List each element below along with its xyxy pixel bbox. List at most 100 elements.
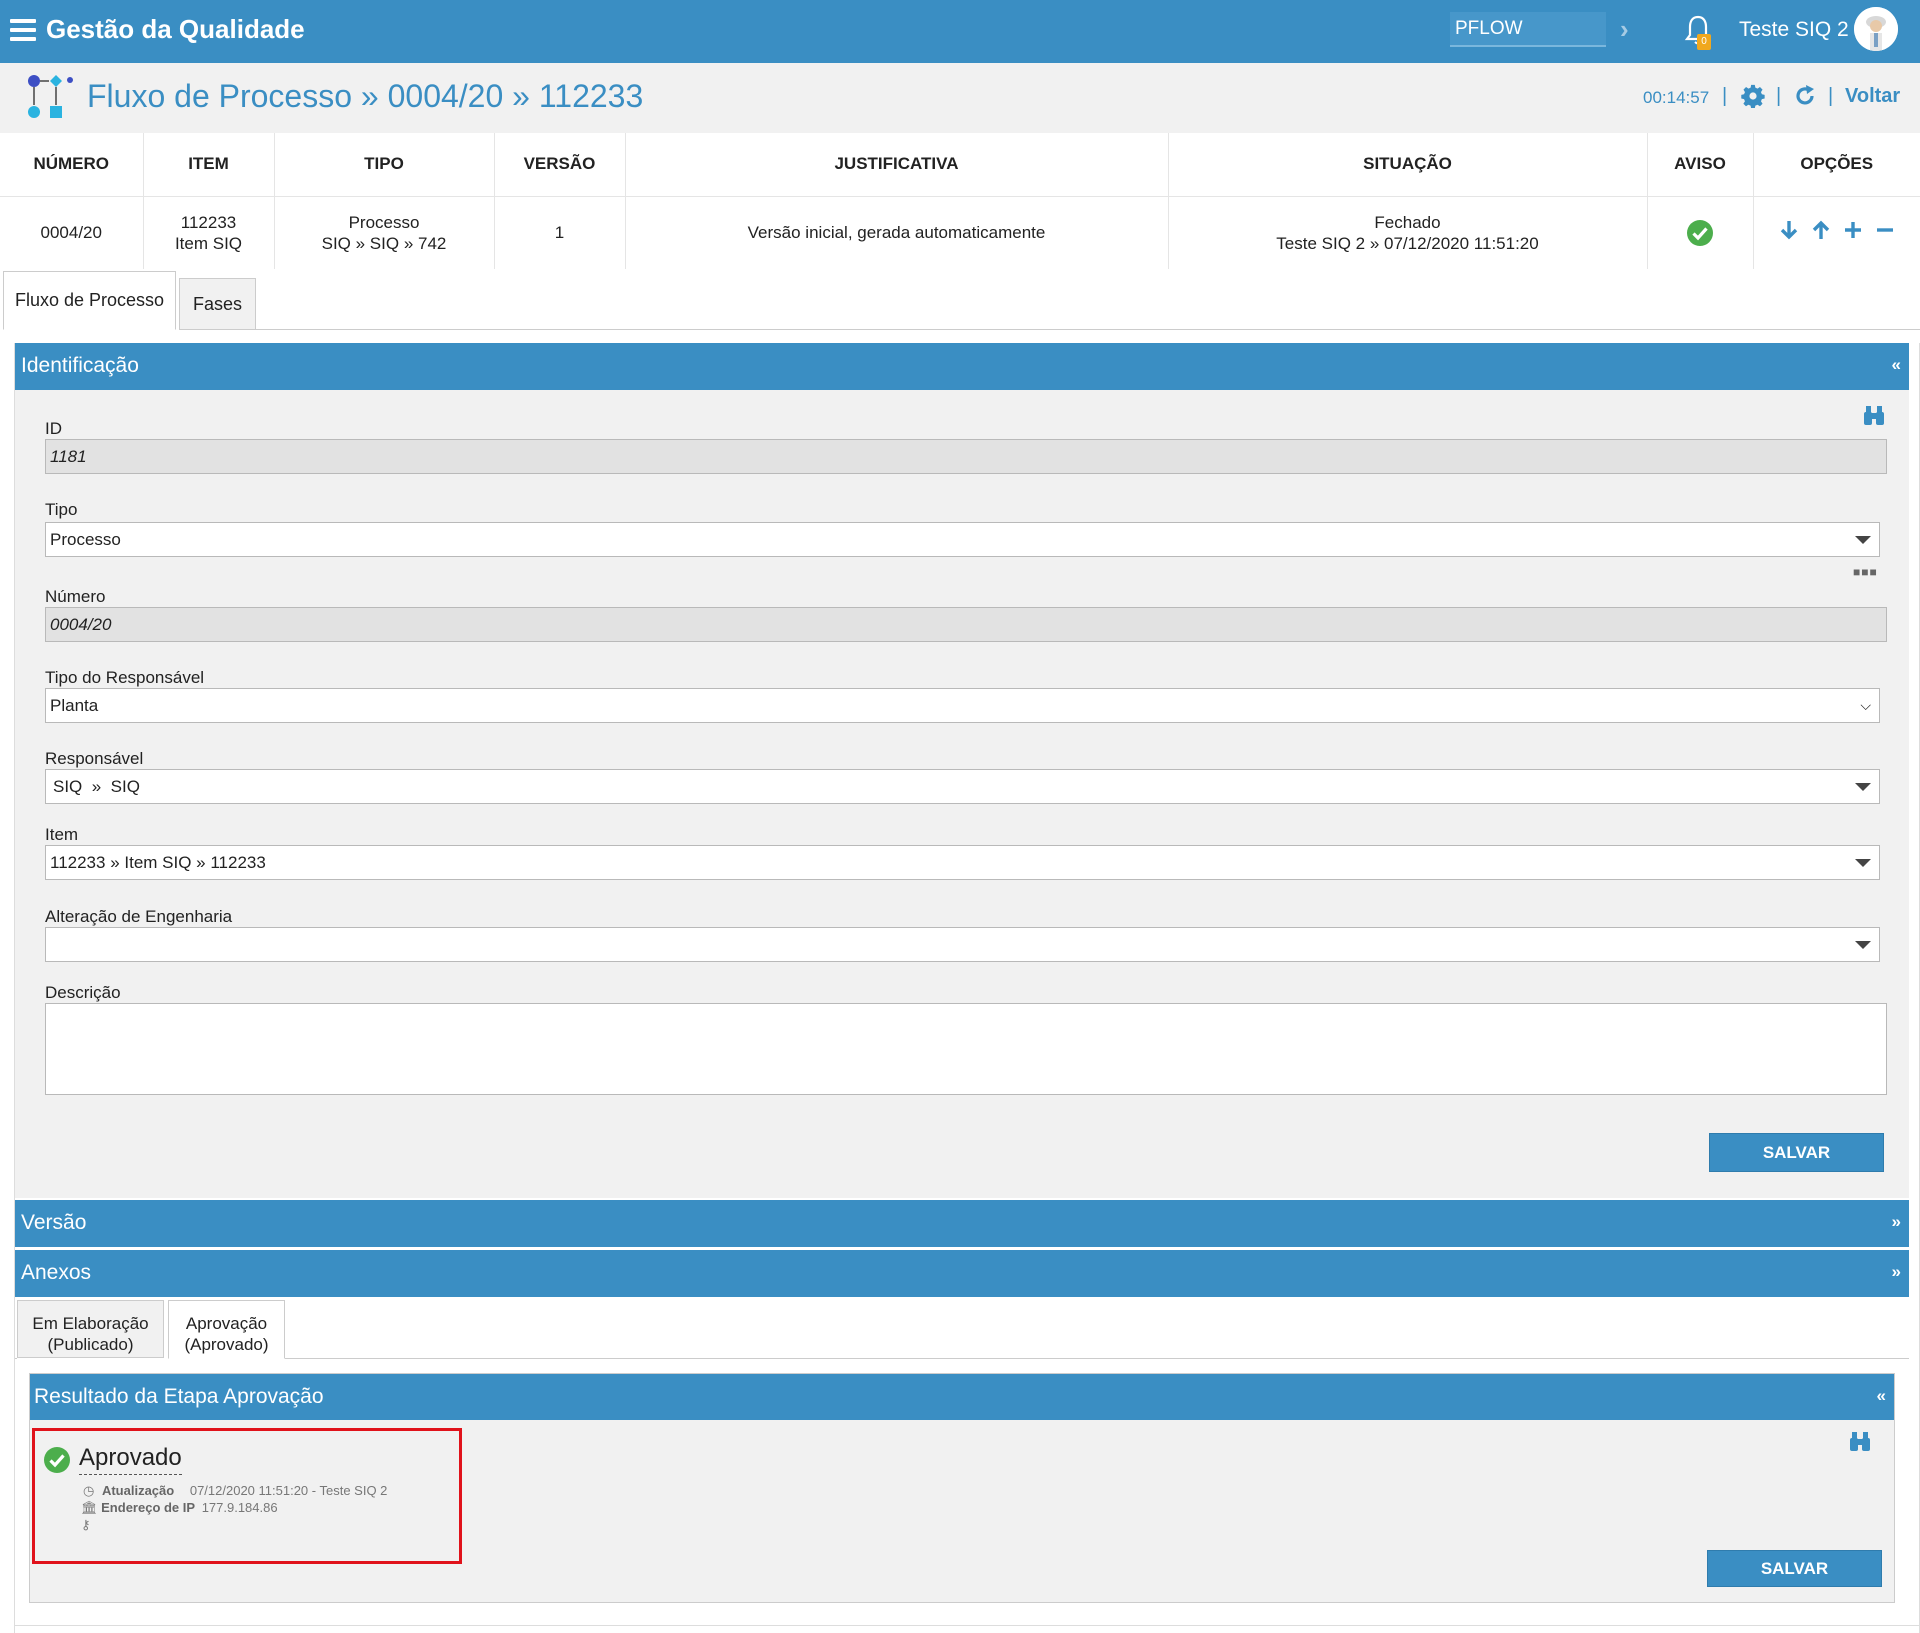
table-row: 0004/20 112233 Item SIQ Processo SIQ » S… bbox=[0, 196, 1920, 269]
separator: | bbox=[1776, 85, 1782, 107]
expand-toggle[interactable]: » bbox=[1892, 1212, 1901, 1232]
summary-table: NÚMERO ITEM TIPO VERSÃO JUSTIFICATIVA SI… bbox=[0, 133, 1920, 269]
ip-value: 177.9.184.86 bbox=[201, 1500, 278, 1515]
binoculars-icon[interactable] bbox=[1862, 404, 1886, 426]
avatar[interactable] bbox=[1854, 7, 1898, 51]
tab-aprovacao[interactable]: Aprovação (Aprovado) bbox=[168, 1300, 285, 1359]
responsavel-value: SIQ » SIQ bbox=[53, 777, 140, 796]
cell-item-code: 112233 bbox=[180, 212, 237, 232]
clock-icon: ◷ bbox=[83, 1483, 95, 1498]
id-label: ID bbox=[45, 419, 62, 438]
tipo-select-value: Processo bbox=[50, 530, 121, 549]
collapse-toggle[interactable]: « bbox=[1892, 355, 1901, 375]
check-circle-icon bbox=[1687, 219, 1713, 246]
chevron-right-icon[interactable]: › bbox=[1620, 14, 1629, 45]
cell-tipo-name: Processo bbox=[348, 212, 420, 232]
caret-down-icon bbox=[1855, 859, 1871, 867]
gear-icon[interactable] bbox=[1741, 84, 1765, 108]
tab-em-elaboracao[interactable]: Em Elaboração (Publicado) bbox=[17, 1300, 164, 1358]
section-title: Resultado da Etapa Aprovação bbox=[34, 1385, 324, 1408]
collapse-toggle[interactable]: « bbox=[1877, 1386, 1886, 1406]
chevron-down-icon: ⌵ bbox=[1860, 697, 1871, 713]
menu-icon[interactable] bbox=[10, 19, 36, 41]
descricao-label: Descrição bbox=[45, 983, 121, 1002]
responsavel-select[interactable]: SIQ » SIQ bbox=[45, 769, 1880, 804]
cell-numero: 0004/20 bbox=[0, 196, 144, 269]
caret-down-icon bbox=[1855, 941, 1871, 949]
minus-icon[interactable] bbox=[1874, 219, 1896, 241]
flow-icon bbox=[28, 75, 73, 118]
tab-fluxo-de-processo[interactable]: Fluxo de Processo bbox=[3, 271, 176, 330]
cell-item-name: Item SIQ bbox=[174, 233, 243, 253]
binoculars-icon[interactable] bbox=[1848, 1430, 1872, 1452]
save-button[interactable]: SALVAR bbox=[1709, 1133, 1884, 1172]
bank-icon: 🏛︎ bbox=[81, 1500, 98, 1515]
tab-sublabel: (Publicado) bbox=[47, 1335, 134, 1354]
alteracao-label: Alteração de Engenharia bbox=[45, 907, 233, 926]
tabs-divider bbox=[256, 329, 1920, 330]
subtabs-divider bbox=[15, 1358, 17, 1359]
arrow-down-icon[interactable] bbox=[1778, 219, 1800, 241]
descricao-textarea[interactable] bbox=[45, 1003, 1887, 1095]
item-label: Item bbox=[45, 825, 79, 844]
arrow-up-icon[interactable] bbox=[1810, 219, 1832, 241]
refresh-icon[interactable] bbox=[1793, 84, 1817, 108]
cell-tipo-path: SIQ » SIQ » 742 bbox=[321, 233, 447, 253]
separator: | bbox=[1722, 85, 1728, 107]
tab-fases[interactable]: Fases bbox=[179, 278, 256, 330]
cell-situacao-status: Fechado bbox=[1374, 212, 1441, 232]
check-circle-icon bbox=[44, 1447, 70, 1473]
user-name[interactable]: Teste SIQ 2 bbox=[1739, 18, 1849, 42]
bottom-border bbox=[14, 1625, 1920, 1626]
expand-toggle[interactable]: » bbox=[1892, 1262, 1901, 1282]
ip-label: Endereço de IP bbox=[101, 1500, 196, 1515]
column-header-opcoes: OPÇÕES bbox=[1753, 133, 1920, 197]
cell-versao: 1 bbox=[494, 196, 626, 269]
app-title[interactable]: Gestão da Qualidade bbox=[46, 14, 305, 45]
plus-icon[interactable] bbox=[1842, 219, 1864, 241]
numero-label: Número bbox=[45, 587, 106, 606]
key-icon: ⚷ bbox=[81, 1517, 91, 1532]
save-button[interactable]: SALVAR bbox=[1707, 1550, 1882, 1587]
key-row: ⚷ bbox=[81, 1517, 91, 1533]
session-timer: 00:14:57 bbox=[1643, 88, 1710, 107]
resultado-header[interactable]: Resultado da Etapa Aprovação « bbox=[30, 1374, 1894, 1420]
section-title: Identificação bbox=[21, 354, 139, 377]
atualizacao-row: ◷ Atualização 07/12/2020 11:51:20 - Test… bbox=[83, 1483, 387, 1499]
tipo-responsavel-label: Tipo do Responsável bbox=[45, 668, 205, 687]
back-link[interactable]: Voltar bbox=[1845, 85, 1900, 108]
column-header-item: ITEM bbox=[143, 133, 275, 197]
section-title: Anexos bbox=[21, 1261, 92, 1284]
cell-aviso bbox=[1647, 196, 1754, 269]
page-header: Fluxo de Processo » 0004/20 » 112233 00:… bbox=[0, 63, 1920, 133]
column-header-justificativa: JUSTIFICATIVA bbox=[625, 133, 1169, 197]
item-select[interactable]: 112233 » Item SIQ » 112233 bbox=[45, 845, 1880, 880]
cell-tipo: Processo SIQ » SIQ » 742 bbox=[274, 196, 495, 269]
caret-down-icon bbox=[1855, 783, 1871, 791]
caret-down-icon bbox=[1855, 536, 1871, 544]
id-field: 1181 bbox=[45, 439, 1887, 474]
alteracao-select[interactable] bbox=[45, 927, 1880, 962]
atualizacao-value: 07/12/2020 11:51:20 - Teste SIQ 2 bbox=[189, 1483, 388, 1498]
subtabs-divider bbox=[285, 1358, 1909, 1359]
section-anexos-header[interactable]: Anexos » bbox=[15, 1250, 1909, 1297]
column-header-numero: NÚMERO bbox=[0, 133, 144, 197]
cell-situacao-detail: Teste SIQ 2 » 07/12/2020 11:51:20 bbox=[1276, 233, 1539, 253]
ip-row: 🏛︎ Endereço de IP 177.9.184.86 bbox=[81, 1500, 278, 1516]
page-title: Fluxo de Processo » 0004/20 » 112233 bbox=[87, 78, 644, 114]
tipo-responsavel-select[interactable]: Planta ⌵ bbox=[45, 688, 1880, 723]
tipo-select[interactable]: Processo bbox=[45, 522, 1880, 557]
dots-icon[interactable]: ■■■ bbox=[1853, 565, 1878, 579]
cell-situacao: Fechado Teste SIQ 2 » 07/12/2020 11:51:2… bbox=[1168, 196, 1648, 269]
tab-label: Aprovação bbox=[185, 1314, 268, 1333]
atualizacao-label: Atualização bbox=[101, 1483, 175, 1498]
section-versao-header[interactable]: Versão » bbox=[15, 1200, 1909, 1247]
tipo-responsavel-value: Planta bbox=[50, 696, 99, 715]
section-identificacao-header[interactable]: Identificação « bbox=[15, 343, 1909, 390]
column-header-situacao: SITUAÇÃO bbox=[1168, 133, 1648, 197]
column-header-aviso: AVISO bbox=[1647, 133, 1754, 197]
module-input[interactable]: PFLOW bbox=[1450, 12, 1606, 47]
section-title: Versão bbox=[21, 1211, 87, 1234]
top-bar: Gestão da Qualidade PFLOW › 0 Teste SIQ … bbox=[0, 0, 1920, 63]
numero-field: 0004/20 bbox=[45, 607, 1887, 642]
